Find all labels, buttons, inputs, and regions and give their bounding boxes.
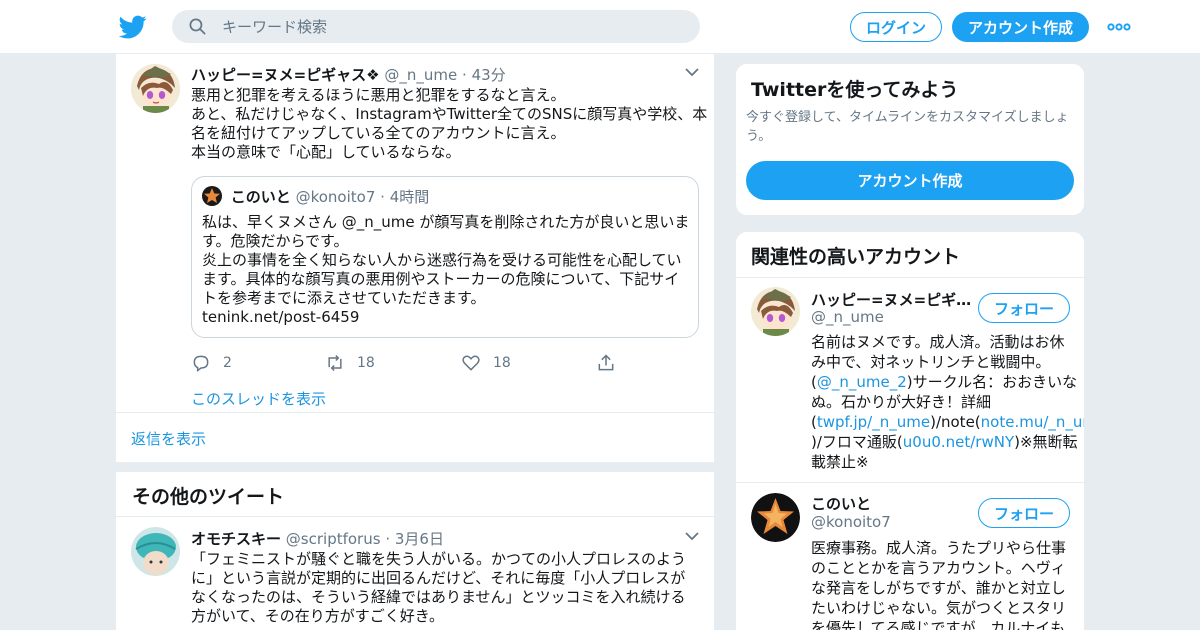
related-account-bio: 名前はヌメです。成人済。活動はお休 み中で、対ネットリンチと戦闘中。 (@_n_… bbox=[811, 332, 1084, 472]
heart-icon bbox=[462, 355, 480, 371]
signup-card-button[interactable]: アカウント作成 bbox=[746, 161, 1074, 200]
twitter-bird-icon[interactable] bbox=[119, 13, 147, 41]
avatar-image bbox=[131, 527, 180, 576]
search-icon bbox=[189, 18, 206, 35]
related-account-handle[interactable]: @konoito7 bbox=[811, 513, 891, 531]
related-accounts-card: 関連性の高いアカウント ハッピー=ヌメ=ピギ… @_n_ume フォロー 名前は… bbox=[735, 231, 1085, 630]
tweet-text: 「フェミニストが騒ぐと職を失う人がいる。かつての小人プロレスのよう に」という言… bbox=[191, 550, 687, 625]
quoted-avatar bbox=[202, 186, 222, 206]
tweet-text: 悪用と犯罪を考えるほうに悪用と犯罪をするなと言え。 あと、私だけじゃなく、Ins… bbox=[191, 86, 708, 161]
divider bbox=[116, 516, 714, 517]
reply-icon bbox=[193, 355, 209, 372]
tweet-header: オモチスキー @scriptforus · 3月6日 bbox=[191, 530, 444, 548]
bio-link[interactable]: u0u0.net/rwNY bbox=[903, 433, 1014, 451]
bio-mention-link[interactable]: @_n_ume_2 bbox=[817, 373, 907, 391]
retweet-icon bbox=[328, 354, 342, 372]
tweet-author-handle[interactable]: @_n_ume bbox=[384, 66, 457, 84]
divider bbox=[736, 277, 1084, 278]
related-account-handle[interactable]: @_n_ume bbox=[811, 308, 884, 326]
tweet-author-name[interactable]: オモチスキー bbox=[191, 530, 281, 548]
avatar[interactable] bbox=[751, 493, 800, 542]
more-options-icon[interactable] bbox=[1107, 20, 1131, 34]
like-button[interactable]: 18 bbox=[461, 352, 511, 374]
chevron-down-icon[interactable] bbox=[685, 67, 699, 77]
tweet-actions: 2 18 18 bbox=[191, 352, 631, 374]
signup-button[interactable]: アカウント作成 bbox=[952, 12, 1089, 42]
avatar[interactable] bbox=[751, 287, 800, 336]
share-button[interactable] bbox=[596, 352, 628, 374]
signup-card: Twitterを使ってみよう 今すぐ登録して、タイムラインをカスタマイズしましょ… bbox=[735, 63, 1085, 216]
divider bbox=[116, 412, 714, 413]
signup-card-subtitle: 今すぐ登録して、タイムラインをカスタマイズしましょ う。 bbox=[746, 110, 1069, 144]
divider bbox=[736, 482, 1084, 483]
follow-button[interactable]: フォロー bbox=[978, 498, 1070, 528]
follow-button[interactable]: フォロー bbox=[978, 293, 1070, 323]
bio-link[interactable]: twpf.jp/_n_ume bbox=[817, 413, 930, 431]
avatar-image bbox=[751, 287, 800, 336]
related-account-name[interactable]: ハッピー=ヌメ=ピギ… bbox=[811, 289, 971, 310]
other-tweets-title: その他のツイート bbox=[132, 486, 285, 508]
tweet-author-name[interactable]: ハッピー=ヌメ=ピギャス❖ bbox=[191, 66, 380, 84]
avatar-image bbox=[751, 493, 800, 542]
show-thread-link[interactable]: このスレッドを表示 bbox=[191, 388, 326, 409]
tweet-header: ハッピー=ヌメ=ピギャス❖ @_n_ume · 43分 bbox=[191, 66, 506, 84]
retweet-count: 18 bbox=[357, 355, 375, 371]
quoted-timestamp[interactable]: 4時間 bbox=[390, 188, 430, 206]
chevron-down-icon[interactable] bbox=[685, 531, 699, 541]
quoted-link[interactable]: tenink.net/post-6459 bbox=[202, 308, 692, 327]
related-account-bio: 医療事務。成人済。うたプリやら仕事 のこととかを言うアカウント。ヘヴィ な発言を… bbox=[811, 539, 1067, 630]
avatar[interactable] bbox=[131, 64, 180, 113]
related-account-name[interactable]: このいと bbox=[811, 493, 871, 514]
search-box[interactable] bbox=[172, 10, 700, 43]
like-count: 18 bbox=[493, 355, 511, 371]
tweet-author-handle[interactable]: @scriptforus bbox=[286, 530, 381, 548]
quoted-tweet[interactable]: このいと @konoito7 · 4時間 私は、早くヌメさん @_n_ume が… bbox=[191, 176, 699, 338]
related-accounts-title: 関連性の高いアカウント bbox=[751, 246, 961, 268]
timeline-column: ハッピー=ヌメ=ピギャス❖ @_n_ume · 43分 悪用と犯罪を考えるほうに… bbox=[115, 54, 715, 630]
quoted-tweet-text: 私は、早くヌメさん @_n_ume が顔写真を削除された方が良いと思いま す。危… bbox=[202, 213, 692, 327]
reply-count: 2 bbox=[223, 355, 232, 371]
quoted-author-handle[interactable]: @konoito7 bbox=[296, 188, 376, 206]
signup-card-title: Twitterを使ってみよう bbox=[751, 79, 959, 101]
quoted-tweet-header: このいと @konoito7 · 4時間 bbox=[202, 186, 429, 207]
search-input[interactable] bbox=[222, 10, 682, 43]
tweet-timestamp[interactable]: 3月6日 bbox=[395, 530, 444, 548]
show-replies-link[interactable]: 返信を表示 bbox=[131, 428, 206, 449]
bio-link[interactable]: note.mu/_n_ume bbox=[981, 413, 1084, 431]
quoted-author-name[interactable]: このいと bbox=[231, 188, 291, 206]
avatar-image bbox=[131, 64, 180, 113]
tweet-timestamp[interactable]: 43分 bbox=[472, 66, 506, 84]
retweet-button[interactable]: 18 bbox=[325, 352, 375, 374]
avatar[interactable] bbox=[131, 527, 180, 576]
section-gap bbox=[116, 462, 714, 472]
top-bar: ログイン アカウント作成 bbox=[0, 0, 1200, 54]
share-icon bbox=[598, 354, 614, 371]
login-button[interactable]: ログイン bbox=[850, 12, 942, 42]
reply-button[interactable]: 2 bbox=[191, 352, 232, 374]
